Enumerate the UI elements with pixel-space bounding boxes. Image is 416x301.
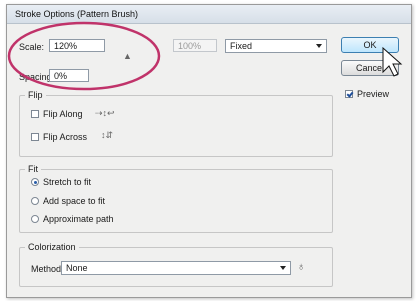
mouse-pointer-icon (382, 46, 403, 77)
annotation-ellipse (7, 21, 161, 91)
annotation-overlay (7, 21, 403, 91)
